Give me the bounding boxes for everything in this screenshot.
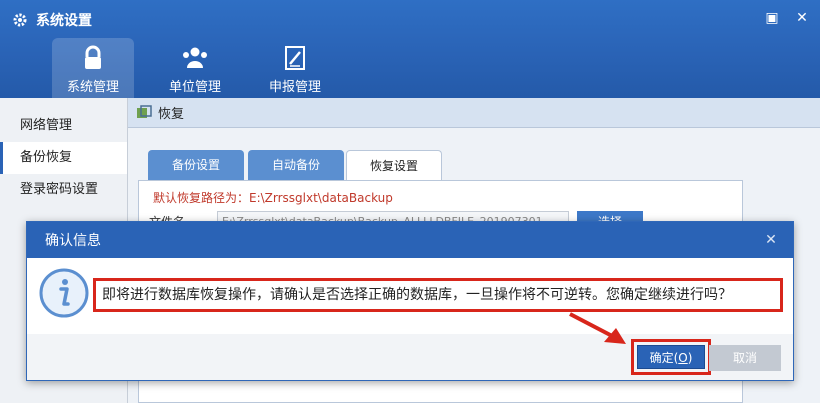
nav-tab-system-management[interactable]: 系统管理	[52, 38, 134, 98]
sidebar-item-backup-restore[interactable]: 备份恢复	[0, 142, 127, 174]
title-bar: 系统设置 ▣ ✕ 系统管理 单位管理 申报管理	[0, 0, 820, 98]
annotation-arrow-icon	[569, 312, 626, 344]
nav-tab-unit-management[interactable]: 单位管理	[154, 38, 236, 98]
dialog-footer: 确定(O) 取消	[27, 334, 793, 380]
cancel-button[interactable]: 取消	[709, 345, 781, 371]
dialog-title: 确认信息	[45, 233, 101, 249]
confirm-dialog: 确认信息 ✕ 即将进行数据库恢复操作，请确认是否选择正确的数据库，一旦操作将不可…	[26, 221, 794, 381]
nav-tab-label: 申报管理	[268, 80, 321, 95]
dialog-body: 即将进行数据库恢复操作，请确认是否选择正确的数据库，一旦操作将不可逆转。您确定继…	[27, 258, 793, 334]
ok-button[interactable]: 确定(O)	[637, 345, 705, 369]
window-title: 系统设置	[12, 10, 92, 30]
gear-icon	[13, 13, 27, 27]
users-icon	[183, 47, 207, 68]
tab-backup-settings[interactable]: 备份设置	[148, 150, 244, 180]
dialog-header: 确认信息 ✕	[27, 222, 793, 258]
content-title: 恢复	[158, 107, 185, 122]
ok-label: 确定(	[649, 351, 679, 365]
sidebar-item-network[interactable]: 网络管理	[0, 110, 127, 142]
lock-icon	[85, 45, 101, 69]
ok-button-highlight: 确定(O)	[631, 339, 711, 375]
sidebar-item-login-password[interactable]: 登录密码设置	[0, 174, 127, 206]
close-icon[interactable]: ✕	[794, 10, 810, 26]
restore-icon	[137, 104, 152, 118]
nav-tab-declaration-management[interactable]: 申报管理	[254, 38, 336, 98]
tab-restore-settings[interactable]: 恢复设置	[346, 150, 442, 180]
ok-label-suffix: )	[687, 351, 693, 365]
default-path-text: 默认恢复路径为：E:\Zrrssglxt\dataBackup	[153, 191, 393, 205]
tab-auto-backup[interactable]: 自动备份	[248, 150, 344, 180]
info-icon	[39, 268, 89, 318]
window-title-text: 系统设置	[36, 13, 92, 29]
content-header: 恢复	[128, 98, 820, 128]
nav-tab-label: 单位管理	[168, 80, 221, 95]
dialog-close-icon[interactable]: ✕	[763, 232, 779, 248]
ok-hotkey: O	[678, 351, 688, 365]
window-restore-icon[interactable]: ▣	[764, 10, 780, 26]
dialog-message: 即将进行数据库恢复操作，请确认是否选择正确的数据库，一旦操作将不可逆转。您确定继…	[93, 278, 783, 312]
nav-tab-label: 系统管理	[66, 80, 119, 95]
edit-document-icon	[285, 46, 305, 70]
